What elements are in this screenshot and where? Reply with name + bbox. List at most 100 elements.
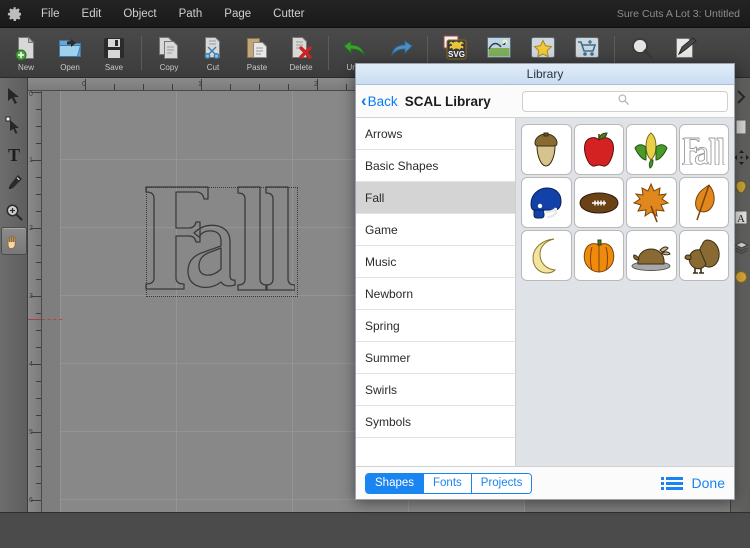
vruler-label-5: 5: [29, 429, 33, 436]
gear-icon[interactable]: [0, 6, 30, 22]
turkey-bird-shape[interactable]: [678, 230, 729, 281]
vruler-label-2: 2: [29, 225, 33, 232]
svg-text:T: T: [7, 145, 19, 163]
copy-label: Copy: [159, 62, 179, 72]
status-bar: [0, 512, 750, 548]
paste-button[interactable]: Paste: [235, 30, 279, 76]
vruler-label-4: 4: [29, 361, 33, 368]
menu-item-file[interactable]: File: [30, 0, 71, 28]
hruler-label-0: 0: [82, 81, 86, 88]
football-shape[interactable]: [573, 177, 624, 228]
dialog-footer: Shapes Fonts Projects Done: [356, 466, 734, 499]
back-label[interactable]: Back: [368, 94, 398, 109]
selection-bounding-box[interactable]: [146, 187, 298, 297]
cut-button[interactable]: Cut: [191, 30, 235, 76]
football-helmet-shape[interactable]: [521, 177, 572, 228]
text-tool[interactable]: T: [1, 140, 27, 168]
fall-text-shape[interactable]: [678, 124, 729, 175]
delete-button[interactable]: Delete: [279, 30, 323, 76]
dialog-nav-bar: ‹ Back SCAL Library: [356, 85, 734, 118]
library-star-icon: [529, 33, 557, 63]
library-back-group[interactable]: ‹ Back SCAL Library: [356, 91, 516, 110]
app-title: Sure Cuts A Lot 3: Untitled: [616, 8, 740, 20]
vruler-label-1: 1: [29, 157, 33, 164]
pumpkin-shape[interactable]: [573, 230, 624, 281]
menu-item-page[interactable]: Page: [213, 0, 262, 28]
toolbar-divider-1: [141, 35, 142, 70]
category-item-summer[interactable]: Summer: [356, 342, 515, 374]
category-item-basic-shapes[interactable]: Basic Shapes: [356, 150, 515, 182]
maple-leaf-shape[interactable]: [626, 177, 677, 228]
corn-shape[interactable]: [626, 124, 677, 175]
chevron-left-icon: ‹: [361, 91, 367, 110]
scissors-cut-icon: [200, 33, 226, 63]
shape-grid: [516, 118, 734, 466]
draw-pencil-icon: [673, 33, 699, 63]
floppy-save-icon: [102, 33, 126, 63]
redo-arrow-icon: [386, 33, 414, 63]
new-label: New: [17, 62, 34, 72]
app-window: File Edit Object Path Page Cutter Sure C…: [0, 0, 750, 548]
library-dialog: Library ‹ Back SCAL Library Arrows Basic…: [355, 63, 735, 500]
category-item-arrows[interactable]: Arrows: [356, 118, 515, 150]
category-item-newborn[interactable]: Newborn: [356, 278, 515, 310]
category-item-fall[interactable]: Fall: [356, 182, 515, 214]
tab-shapes[interactable]: Shapes: [366, 473, 425, 493]
delete-label: Delete: [289, 62, 313, 72]
paste-icon: [244, 33, 270, 63]
acorn-shape[interactable]: [521, 124, 572, 175]
svg-import-icon: SVG: [441, 33, 469, 63]
open-folder-icon: [57, 33, 83, 63]
save-button[interactable]: Save: [92, 30, 136, 76]
list-view-icon[interactable]: [660, 476, 683, 490]
category-item-symbols[interactable]: Symbols: [356, 406, 515, 438]
category-item-spring[interactable]: Spring: [356, 310, 515, 342]
menu-item-path[interactable]: Path: [168, 0, 214, 28]
copy-button[interactable]: Copy: [147, 30, 191, 76]
zoom-tool[interactable]: [1, 198, 27, 226]
cut-label: Cut: [206, 62, 220, 72]
menu-item-object[interactable]: Object: [112, 0, 167, 28]
vruler-label-0: 0: [29, 91, 33, 98]
library-source-label: SCAL Library: [404, 93, 491, 109]
category-item-swirls[interactable]: Swirls: [356, 374, 515, 406]
save-label: Save: [104, 62, 124, 72]
vertical-ruler: 0 1 2 3 4 5 6: [28, 91, 42, 512]
roast-turkey-shape[interactable]: [626, 230, 677, 281]
vruler-label-3: 3: [29, 293, 33, 300]
dialog-title: Library: [356, 64, 734, 85]
footer-actions: Done: [660, 475, 725, 491]
trace-image-icon: [485, 33, 513, 63]
open-label: Open: [60, 62, 80, 72]
svg-text:A: A: [737, 213, 745, 225]
new-button[interactable]: New: [4, 30, 48, 76]
search-area: [516, 90, 734, 112]
crescent-moon-shape[interactable]: [521, 230, 572, 281]
store-cart-icon: [573, 33, 601, 63]
tab-fonts[interactable]: Fonts: [424, 473, 472, 493]
vruler-label-6: 6: [29, 497, 33, 504]
leaf-shape[interactable]: [678, 177, 729, 228]
apple-shape[interactable]: [573, 124, 624, 175]
svg-text:SVG: SVG: [448, 50, 465, 59]
category-list[interactable]: Arrows Basic Shapes Fall Game Music Newb…: [356, 118, 516, 466]
selection-arrow-tool[interactable]: [1, 82, 27, 110]
menu-item-edit[interactable]: Edit: [71, 0, 113, 28]
category-item-music[interactable]: Music: [356, 246, 515, 278]
done-button[interactable]: Done: [692, 475, 725, 491]
undo-arrow-icon: [342, 33, 370, 63]
search-icon: [617, 92, 629, 110]
left-tool-palette: T: [0, 78, 28, 533]
delete-x-icon: [288, 33, 314, 63]
menu-bar: File Edit Object Path Page Cutter Sure C…: [0, 0, 750, 28]
tab-projects[interactable]: Projects: [471, 473, 532, 493]
search-input[interactable]: [522, 90, 728, 112]
node-edit-tool[interactable]: [1, 111, 27, 139]
hruler-label-1: 1: [198, 81, 202, 88]
menu-item-cutter[interactable]: Cutter: [262, 0, 315, 28]
open-button[interactable]: Open: [48, 30, 92, 76]
category-item-game[interactable]: Game: [356, 214, 515, 246]
view-segmented-control[interactable]: Shapes Fonts Projects: [365, 472, 533, 494]
hand-pan-tool[interactable]: [0, 227, 27, 255]
pen-draw-tool[interactable]: [1, 169, 27, 197]
